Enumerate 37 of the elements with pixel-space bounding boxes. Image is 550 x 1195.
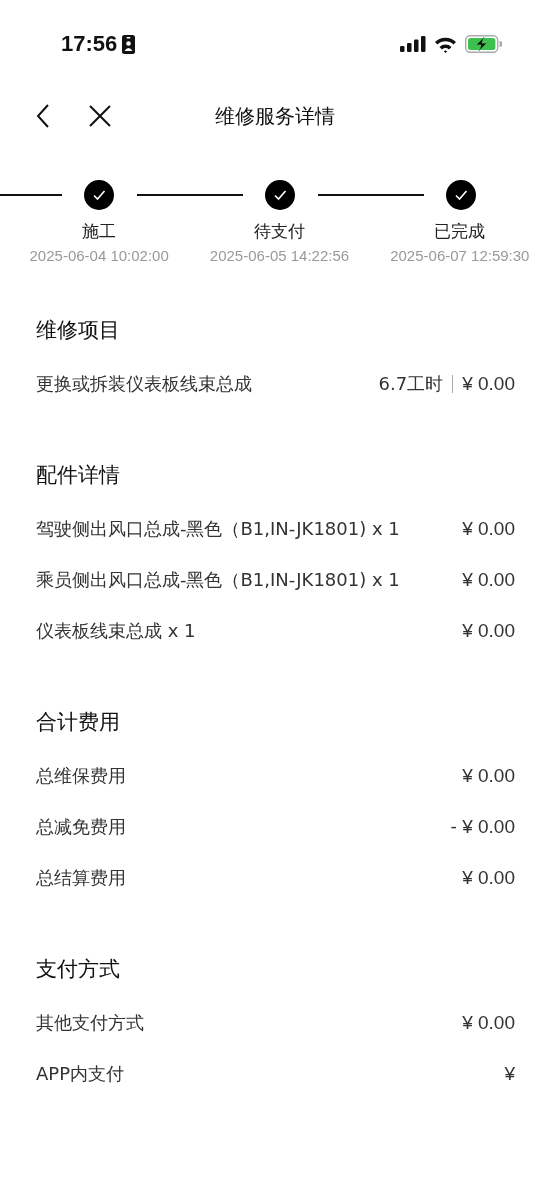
labor-hours: 6.7工时 (378, 372, 444, 396)
item-name: 总结算费用 (36, 866, 126, 890)
item-price: ¥ 0.00 (462, 568, 515, 592)
item-name: 驾驶侧出风口总成-黑色（B1,IN-JK1801) x 1 (36, 517, 400, 541)
section-title: 合计费用 (36, 709, 121, 736)
item-price: ¥ 0.00 (462, 372, 515, 396)
item-price: - ¥ 0.00 (450, 815, 515, 839)
section-title: 维修项目 (36, 317, 121, 344)
step-time: 2025-06-05 14:22:56 (209, 247, 350, 264)
step-label: 施工 (82, 220, 117, 242)
close-icon[interactable] (89, 105, 111, 127)
item-price: ¥ 0.00 (462, 1011, 515, 1035)
step-time: 2025-06-07 12:59:30 (390, 247, 530, 264)
back-icon[interactable] (36, 104, 50, 128)
section-title: 配件详情 (36, 462, 121, 489)
item-price: ¥ 0.00 (462, 764, 515, 788)
step-time: 2025-06-04 10:02:00 (29, 247, 169, 264)
wifi-icon (434, 35, 457, 53)
step-label: 已完成 (434, 220, 486, 242)
item-name: 仪表板线束总成 x 1 (36, 619, 196, 643)
item-name: APP内支付 (36, 1062, 125, 1086)
signal-icon (400, 36, 426, 52)
battery-charging-icon (465, 35, 502, 53)
page-title: 维修服务详情 (215, 102, 335, 130)
item-price: ¥ (504, 1062, 515, 1086)
item-name: 总维保费用 (36, 764, 126, 788)
step-label: 待支付 (254, 220, 305, 242)
item-price: ¥ 0.00 (462, 619, 515, 643)
id-badge-icon (122, 34, 136, 54)
item-name: 总减免费用 (36, 815, 126, 839)
item-name: 其他支付方式 (36, 1011, 144, 1035)
status-time: 17:56 (61, 31, 118, 57)
item-name: 更换或拆装仪表板线束总成 (36, 372, 252, 396)
section-title: 支付方式 (36, 956, 121, 983)
item-price: ¥ 0.00 (462, 866, 515, 890)
item-price: ¥ 0.00 (462, 517, 515, 541)
item-name: 乘员侧出风口总成-黑色（B1,IN-JK1801) x 1 (36, 568, 400, 592)
